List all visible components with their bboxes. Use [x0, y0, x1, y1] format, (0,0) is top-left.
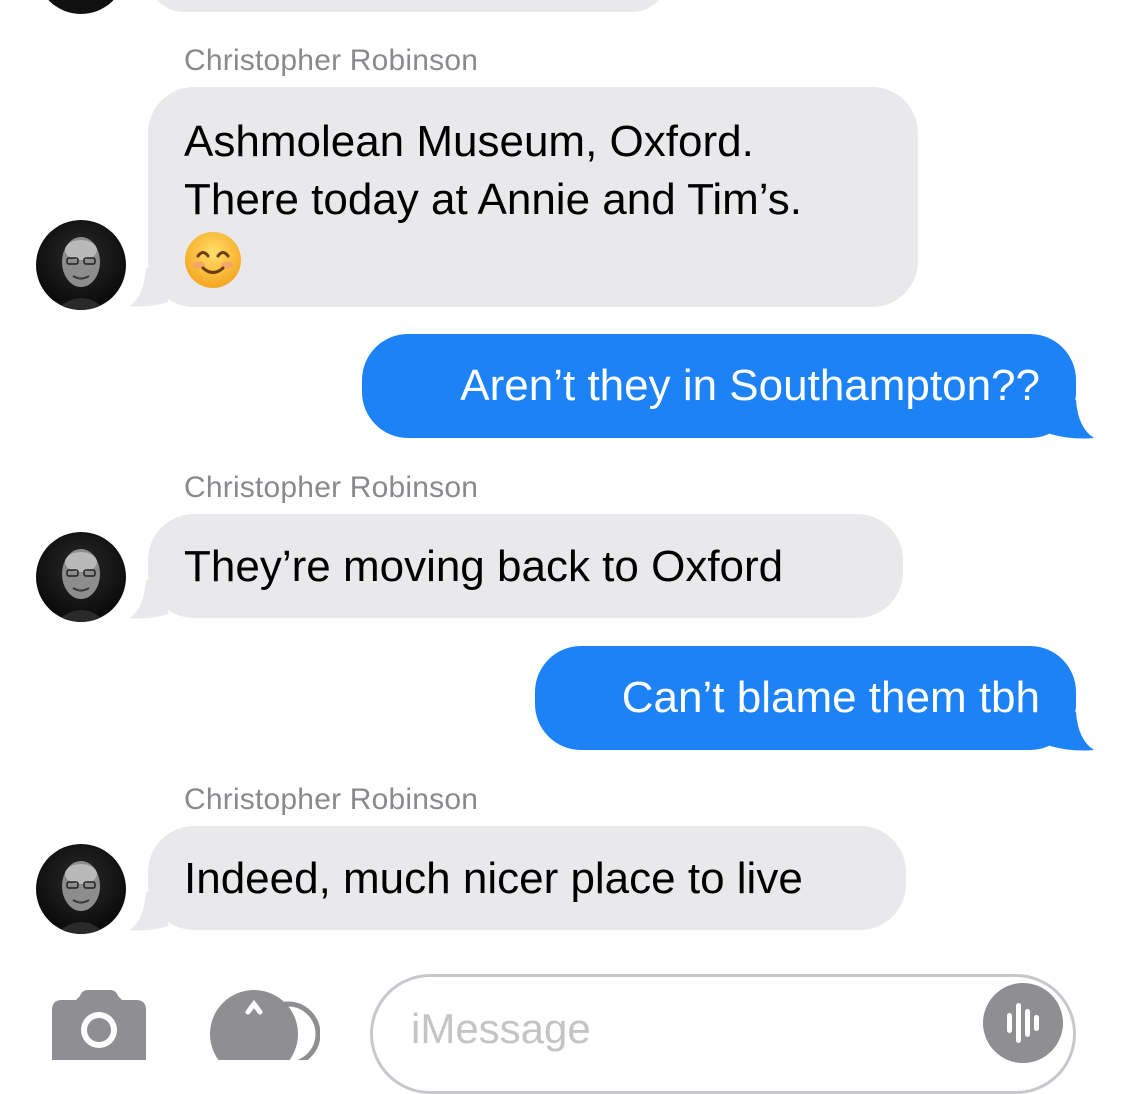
message-input[interactable]: iMessage [370, 974, 1076, 1094]
contact-avatar[interactable] [36, 532, 126, 622]
outgoing-message-bubble[interactable]: Aren’t they in Southampton?? [362, 334, 1076, 438]
message-composer: iMessage [0, 960, 1125, 1094]
message-text-line: There today at Annie and Tim’s. [184, 175, 802, 224]
outgoing-message-bubble[interactable]: Can’t blame them tbh [535, 646, 1076, 750]
previous-message-bubble[interactable] [148, 0, 668, 12]
contact-avatar[interactable] [36, 844, 126, 934]
app-store-icon[interactable] [208, 990, 320, 1060]
previous-avatar [36, 0, 126, 14]
message-thread: Christopher Robinson Ashmolean Museum, O… [0, 0, 1125, 1019]
sender-name: Christopher Robinson [184, 471, 479, 504]
camera-icon[interactable] [52, 990, 146, 1060]
contact-avatar[interactable] [36, 220, 126, 310]
incoming-message-bubble[interactable]: Ashmolean Museum, Oxford. There today at… [148, 87, 918, 307]
audio-waveform-icon[interactable] [983, 983, 1063, 1063]
sender-name: Christopher Robinson [184, 44, 479, 77]
sender-name: Christopher Robinson [184, 783, 479, 816]
message-text-line: Ashmolean Museum, Oxford. [184, 117, 754, 166]
incoming-message-bubble[interactable]: They’re moving back to Oxford [148, 514, 903, 618]
incoming-message-bubble[interactable]: Indeed, much nicer place to live [148, 826, 906, 930]
message-input-placeholder: iMessage [411, 1005, 591, 1052]
smiling-face-emoji [184, 231, 242, 289]
